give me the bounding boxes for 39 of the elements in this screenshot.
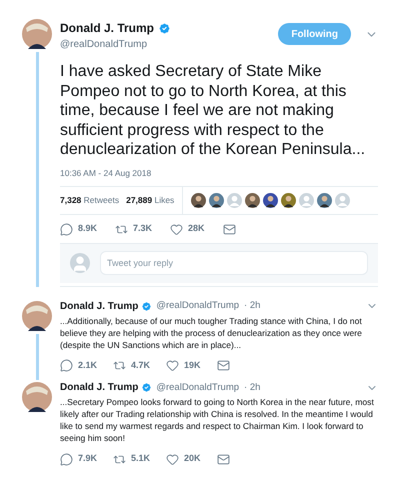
- thread-line: [36, 334, 38, 380]
- stat-link[interactable]: 27,889 Likes: [126, 194, 174, 208]
- speech-bubble-icon[interactable]: [60, 452, 73, 466]
- reply-field[interactable]: Tweet your reply: [100, 251, 368, 276]
- tweet-timestamp[interactable]: 10:36 AM - 24 Aug 2018: [60, 166, 378, 180]
- tweet-time[interactable]: · 2h: [244, 299, 260, 314]
- action-count: 28K: [188, 222, 205, 236]
- heart-icon[interactable]: [170, 222, 184, 236]
- action-count: 19K: [184, 358, 201, 372]
- envelope-icon[interactable]: [222, 222, 236, 236]
- speech-bubble-icon[interactable]: [60, 359, 73, 372]
- action-count: 20K: [184, 452, 201, 466]
- action-count: 7.9K: [78, 452, 98, 466]
- avatar[interactable]: [22, 300, 52, 331]
- default-avatar-icon: [70, 253, 90, 274]
- author-name[interactable]: Donald J. Trump: [60, 19, 154, 37]
- action-count: 2.1K: [78, 358, 98, 372]
- retweet-icon[interactable]: [113, 359, 126, 372]
- envelope-icon[interactable]: [216, 452, 230, 466]
- avatar[interactable]: [22, 19, 52, 49]
- action-count: 5.1K: [131, 452, 150, 466]
- author-name[interactable]: Donald J. Trump: [60, 380, 138, 396]
- action-count: 4.7K: [131, 358, 150, 372]
- stat-link[interactable]: 7,328 Retweets: [60, 194, 120, 208]
- tweet-text: I have asked Secretary of State Mike Pompeo not to go to North Korea, at this time, because I feel we are not making sufficient progress with respect to the denuclearization of the Korean Peninsula...: [60, 62, 366, 160]
- author-handle[interactable]: @realDonaldTrump: [156, 299, 240, 314]
- author-handle[interactable]: @realDonaldTrump: [60, 37, 172, 52]
- tweet-text: ...Secretary Pompeo looks forward to going to North Korea in the near future, most likely after our Trading relationship with China is resolved. In the meantime I would like to send my warmest regards and respect to Chairman Kim. I look forward to seeing him soon!: [60, 396, 375, 444]
- heart-icon[interactable]: [166, 452, 180, 466]
- tweet-text: ...Additionally, because of our much tougher Trading stance with China, I do not believe they are helping with the process of denuclearization as they once were (despite the UN Sanctions which are in place)...: [60, 314, 363, 351]
- heart-icon[interactable]: [166, 359, 180, 372]
- envelope-icon[interactable]: [216, 359, 230, 372]
- speech-bubble-icon[interactable]: [60, 222, 73, 236]
- author-name[interactable]: Donald J. Trump: [60, 298, 138, 314]
- author-handle[interactable]: @realDonaldTrump: [156, 380, 240, 395]
- tweet-time[interactable]: · 2h: [244, 380, 260, 395]
- avatar[interactable]: [22, 382, 52, 412]
- action-count: 8.9K: [78, 222, 98, 236]
- action-count: 7.3K: [133, 222, 152, 236]
